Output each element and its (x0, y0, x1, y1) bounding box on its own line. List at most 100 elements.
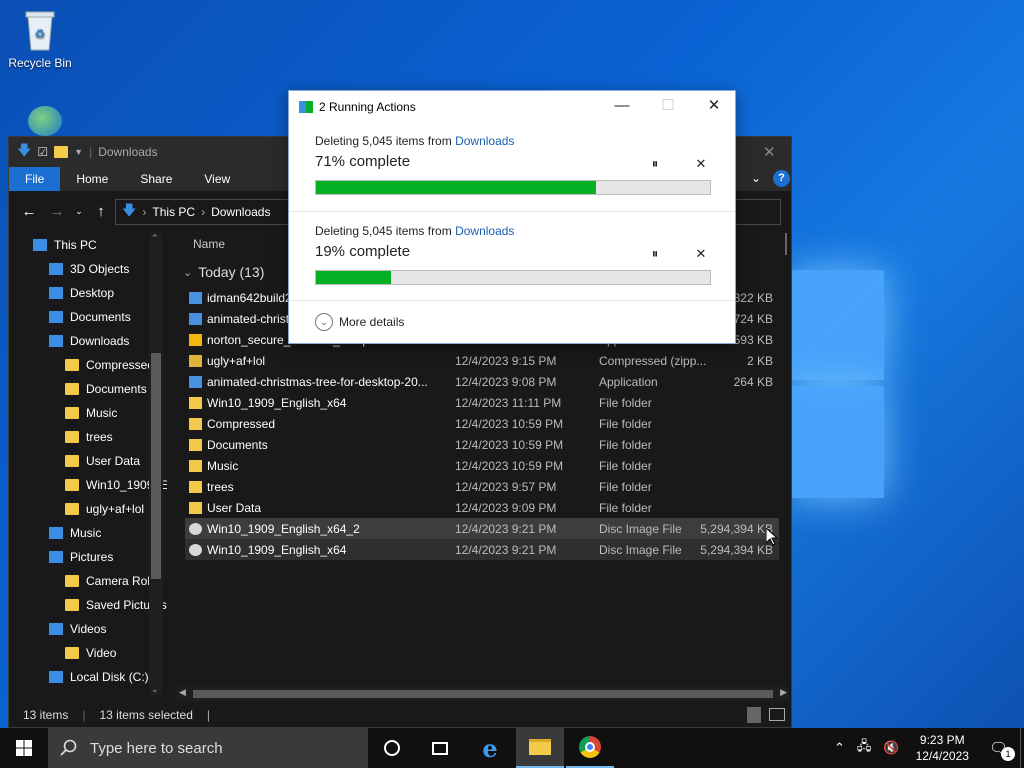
chrome-taskbar-button[interactable] (566, 728, 614, 768)
sidebar-item[interactable]: ugly+af+lol (9, 497, 167, 521)
folder-icon (189, 417, 202, 430)
tab-file[interactable]: File (9, 167, 61, 191)
expand-ribbon-chevron-icon[interactable]: ⌄ (751, 171, 761, 185)
sidebar-item-label: Videos (70, 622, 107, 636)
collapse-chevron-icon[interactable]: ⌄ (183, 266, 192, 279)
source-link[interactable]: Downloads (455, 224, 514, 238)
disc-image-icon (189, 522, 202, 535)
back-arrow-icon[interactable]: ← (17, 203, 41, 220)
start-button[interactable] (0, 728, 48, 768)
sidebar-item[interactable]: Music (9, 521, 167, 545)
drive-icon (49, 671, 63, 683)
customize-toolbar-chevron-icon[interactable]: ▼ (74, 147, 83, 157)
taskbar-search-box[interactable]: Type here to search (48, 728, 368, 768)
sidebar-item[interactable]: Pictures (9, 545, 167, 569)
action-description: Deleting 5,045 items from Downloads (315, 134, 711, 148)
file-row[interactable]: Compressed 12/4/2023 10:59 PM File folder (185, 413, 779, 434)
sidebar-item[interactable]: Desktop (9, 281, 167, 305)
tab-view[interactable]: View (188, 167, 246, 191)
file-row[interactable]: Documents 12/4/2023 10:59 PM File folder (185, 434, 779, 455)
scrollbar-thumb[interactable] (193, 690, 773, 698)
more-details-button[interactable]: ⌄ More details (315, 313, 404, 331)
action-center-icon[interactable]: 🗨 1 (979, 739, 1020, 761)
running-actions-dialog: 2 Running Actions — ☐ ✕ Deleting 5,045 i… (288, 90, 736, 344)
file-row[interactable]: Win10_1909_English_x64 12/4/2023 11:11 PM… (185, 392, 779, 413)
sidebar-item[interactable]: 3D Objects (9, 257, 167, 281)
sidebar-item[interactable]: trees (9, 425, 167, 449)
sidebar-item[interactable]: Documents (9, 377, 167, 401)
cancel-icon[interactable]: ✕ (691, 246, 711, 262)
file-row[interactable]: animated-christmas-tree-for-desktop-20..… (185, 371, 779, 392)
horizontal-scrollbar[interactable]: ◀ ▶ (177, 687, 789, 701)
sidebar-item[interactable]: Win10_1909_Er (9, 473, 167, 497)
file-row[interactable]: ugly+af+lol 12/4/2023 9:15 PM Compressed (… (185, 350, 779, 371)
source-link[interactable]: Downloads (455, 134, 514, 148)
folder-icon (189, 396, 202, 409)
navigation-pane-scrollbar[interactable]: ⌃ ⌄ (149, 233, 163, 695)
breadcrumb-downloads[interactable]: Downloads (211, 205, 270, 219)
close-icon[interactable]: ✕ (691, 91, 737, 121)
file-list-scrollbar[interactable] (781, 233, 791, 273)
folder-icon (65, 479, 79, 491)
sidebar-item[interactable]: Saved Pictures (9, 593, 167, 617)
file-date: 12/4/2023 11:11 PM (455, 395, 562, 410)
idm-globe-icon[interactable] (28, 106, 62, 136)
sidebar-item[interactable]: Videos (9, 617, 167, 641)
help-icon[interactable]: ? (773, 170, 790, 187)
show-desktop-button[interactable] (1020, 728, 1024, 768)
sidebar-item[interactable]: Music (9, 401, 167, 425)
sidebar-item[interactable]: Local Disk (C:) (9, 665, 167, 689)
clock[interactable]: 9:23 PM 12/4/2023 (906, 732, 979, 764)
navigation-pane: This PC 3D Objects Desktop Documents Downloa… (9, 233, 167, 703)
desktop-icon-recycle-bin[interactable]: ♻ Recycle Bin (2, 8, 78, 70)
cancel-icon[interactable]: ✕ (691, 156, 711, 172)
task-view-button[interactable] (416, 728, 464, 768)
file-explorer-taskbar-button[interactable] (516, 728, 564, 768)
file-explorer-icon (529, 739, 551, 755)
sidebar-item[interactable]: Camera Roll (9, 569, 167, 593)
sidebar-item-label: Local Disk (C:) (70, 670, 149, 684)
network-icon[interactable]: 🖧 (851, 737, 878, 759)
properties-icon[interactable]: ☑ (37, 145, 48, 159)
sidebar-item[interactable]: This PC (9, 233, 167, 257)
tab-share[interactable]: Share (124, 167, 188, 191)
downloads-icon (49, 335, 63, 347)
file-row[interactable]: Win10_1909_English_x64_2 12/4/2023 9:21 P… (185, 518, 779, 539)
pause-icon[interactable]: ⏸ (645, 246, 665, 262)
cortana-button[interactable] (368, 728, 416, 768)
file-row[interactable]: trees 12/4/2023 9:57 PM File folder (185, 476, 779, 497)
up-arrow-icon[interactable]: ↑ (89, 203, 113, 220)
file-date: 12/4/2023 9:21 PM (455, 542, 557, 557)
tab-home[interactable]: Home (60, 167, 124, 191)
file-name: Win10_1909_English_x64 (207, 542, 347, 557)
folder-icon (65, 599, 79, 611)
minimize-icon[interactable]: — (599, 91, 645, 121)
file-date: 12/4/2023 9:21 PM (455, 521, 557, 536)
scrollbar-thumb[interactable] (151, 353, 161, 579)
music-icon (49, 527, 63, 539)
sidebar-item[interactable]: Downloads (9, 329, 167, 353)
folder-icon (65, 503, 79, 515)
close-icon[interactable]: ✕ (763, 143, 776, 161)
volume-muted-icon[interactable]: 🔇 (877, 740, 905, 756)
file-row[interactable]: User Data 12/4/2023 9:09 PM File folder (185, 497, 779, 518)
edge-taskbar-button[interactable]: e (466, 728, 514, 768)
sidebar-item[interactable]: Compressed (9, 353, 167, 377)
file-row[interactable]: Music 12/4/2023 10:59 PM File folder (185, 455, 779, 476)
sidebar-item[interactable]: Documents (9, 305, 167, 329)
show-hidden-icons-chevron-icon[interactable]: ⌃ (828, 740, 851, 756)
file-name: ugly+af+lol (207, 353, 266, 368)
sidebar-item[interactable]: Video (9, 641, 167, 665)
sidebar-item-label: Music (86, 406, 118, 420)
pause-icon[interactable]: ⏸ (645, 156, 665, 172)
file-row[interactable]: Win10_1909_English_x64 12/4/2023 9:21 PM D… (185, 539, 779, 560)
forward-arrow-icon[interactable]: → (45, 203, 69, 220)
file-name: Win10_1909_English_x64_2 (207, 521, 360, 536)
item-count: 13 items (23, 708, 69, 722)
breadcrumb-this-pc[interactable]: This PC (152, 205, 195, 219)
quick-access-down-icon[interactable]: 🡇 (17, 140, 31, 164)
recent-locations-chevron-icon[interactable]: ⌄ (73, 206, 85, 217)
sidebar-item[interactable]: User Data (9, 449, 167, 473)
details-view-icon[interactable] (747, 707, 761, 723)
large-icons-view-icon[interactable] (769, 708, 785, 721)
